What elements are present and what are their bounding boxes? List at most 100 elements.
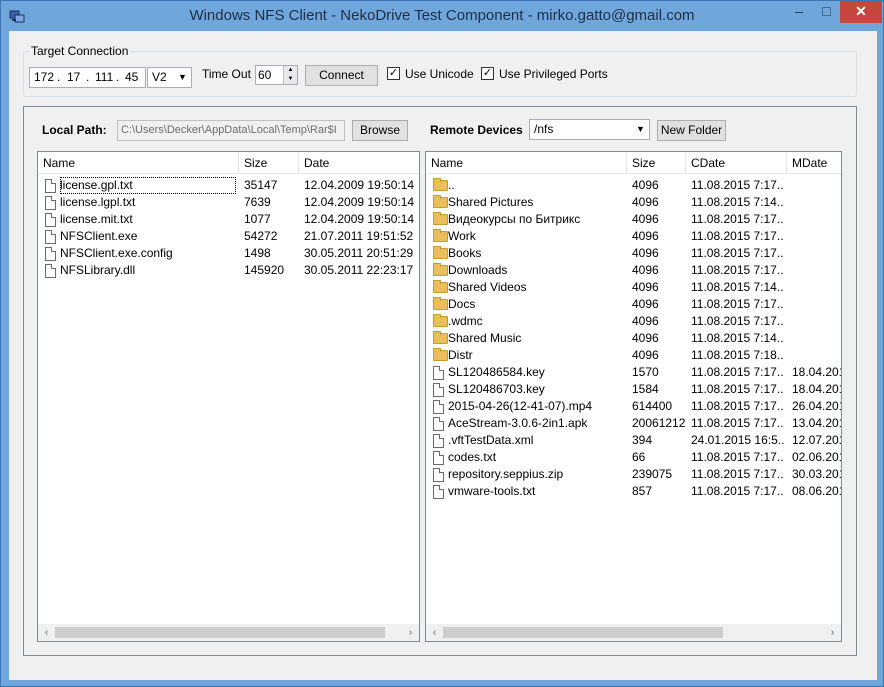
file-icon — [433, 366, 444, 380]
cell-size: 1584 — [632, 382, 659, 396]
remote-list-header: Name Size CDate MDate — [426, 152, 841, 174]
table-row[interactable]: vmware-tools.txt 857 11.08.2015 7:17... 08.… — [426, 483, 841, 500]
use-privileged-ports-label[interactable]: Use Privileged Ports — [499, 67, 608, 81]
cell-name: license.lgpl.txt — [60, 195, 136, 209]
table-row[interactable]: license.mit.txt 1077 12.04.2009 19:50:14 — [38, 211, 419, 228]
folder-icon — [433, 229, 448, 242]
table-row[interactable]: Shared Videos 4096 11.08.2015 7:14... — [426, 279, 841, 296]
column-header-name[interactable]: Name — [426, 152, 627, 174]
cell-mdate: 08.06.201 — [792, 484, 842, 498]
app-window: Windows NFS Client - NekoDrive Test Comp… — [0, 0, 884, 687]
cell-size: 1570 — [632, 365, 659, 379]
local-horizontal-scrollbar[interactable]: ‹ › — [38, 624, 419, 641]
file-icon — [45, 179, 56, 193]
file-icon — [433, 468, 444, 482]
column-header-size[interactable]: Size — [239, 152, 299, 174]
scroll-right-icon[interactable]: › — [402, 624, 419, 641]
scroll-right-icon[interactable]: › — [824, 624, 841, 641]
table-row[interactable]: NFSClient.exe 54272 21.07.2011 19:51:52 — [38, 228, 419, 245]
file-icon — [433, 451, 444, 465]
column-header-mdate[interactable]: MDate — [787, 152, 841, 174]
local-path-input[interactable]: C:\Users\Decker\AppData\Local\Temp\Rar$I — [117, 120, 345, 141]
table-row[interactable]: Distr 4096 11.08.2015 7:18... — [426, 347, 841, 364]
cell-name: Shared Pictures — [448, 195, 534, 209]
table-row[interactable]: Docs 4096 11.08.2015 7:17... — [426, 296, 841, 313]
cell-name: Shared Music — [448, 331, 522, 345]
stepper-down-icon[interactable]: ▼ — [283, 75, 297, 84]
cell-mdate: 02.06.201 — [792, 450, 842, 464]
timeout-value[interactable]: 60 — [258, 68, 271, 82]
file-icon — [433, 434, 444, 448]
column-header-size[interactable]: Size — [627, 152, 686, 174]
folder-icon — [433, 348, 448, 361]
cell-cdate: 11.08.2015 7:14... — [691, 280, 784, 294]
table-row[interactable]: SL120486584.key 1570 11.08.2015 7:17... 18.… — [426, 364, 841, 381]
column-header-cdate[interactable]: CDate — [686, 152, 787, 174]
table-row[interactable]: AceStream-3.0.6-2in1.apk 20061212 11.08.20… — [426, 415, 841, 432]
table-row[interactable]: Work 4096 11.08.2015 7:17... — [426, 228, 841, 245]
use-privileged-ports-checkbox[interactable]: ✓ — [481, 67, 494, 80]
scroll-thumb[interactable] — [55, 627, 385, 638]
target-connection-label: Target Connection — [29, 44, 131, 58]
cell-name: codes.txt — [448, 450, 497, 464]
nfs-version-value: V2 — [152, 70, 167, 84]
table-row[interactable]: NFSClient.exe.config 1498 30.05.2011 20:51… — [38, 245, 419, 262]
cell-size: 1077 — [244, 212, 271, 226]
remote-device-value: /nfs — [534, 122, 554, 136]
connect-button[interactable]: Connect — [305, 65, 378, 86]
table-row[interactable]: Shared Pictures 4096 11.08.2015 7:14... — [426, 194, 841, 211]
cell-name: 2015-04-26(12-41-07).mp4 — [448, 399, 593, 413]
table-row[interactable]: codes.txt 66 11.08.2015 7:17... 02.06.201 — [426, 449, 841, 466]
table-row[interactable]: .. 4096 11.08.2015 7:17... — [426, 177, 841, 194]
cell-name: NFSClient.exe — [60, 229, 138, 243]
table-row[interactable]: Downloads 4096 11.08.2015 7:17... — [426, 262, 841, 279]
scroll-left-icon[interactable]: ‹ — [38, 624, 55, 641]
folder-icon — [433, 280, 448, 293]
column-header-name[interactable]: Name — [38, 152, 239, 174]
timeout-stepper[interactable]: 60 ▲ ▼ — [255, 65, 298, 85]
table-row[interactable]: NFSLibrary.dll 145920 30.05.2011 22:23:17 — [38, 262, 419, 279]
remote-horizontal-scrollbar[interactable]: ‹ › — [426, 624, 841, 641]
scroll-thumb[interactable] — [443, 627, 723, 638]
close-button[interactable]: ✕ — [840, 1, 882, 23]
stepper-up-icon[interactable]: ▲ — [283, 66, 297, 75]
remote-file-list[interactable]: Name Size CDate MDate .. 4096 11.08.2015 7… — [425, 151, 842, 642]
ip-octet-2[interactable]: 17 — [67, 68, 80, 87]
table-row[interactable]: license.gpl.txt 35147 12.04.2009 19:50:14 — [38, 177, 419, 194]
cell-cdate: 24.01.2015 16:5... — [691, 433, 784, 447]
new-folder-button[interactable]: New Folder — [657, 120, 726, 141]
scroll-left-icon[interactable]: ‹ — [426, 624, 443, 641]
column-header-date[interactable]: Date — [299, 152, 419, 174]
table-row[interactable]: license.lgpl.txt 7639 12.04.2009 19:50:14 — [38, 194, 419, 211]
cell-name: NFSLibrary.dll — [60, 263, 136, 277]
remote-device-select[interactable]: /nfs ▼ — [529, 119, 650, 140]
minimize-button[interactable]: – — [785, 1, 813, 23]
timeout-label: Time Out — [202, 67, 251, 81]
maximize-button[interactable]: □ — [813, 1, 840, 23]
nfs-version-select[interactable]: V2 ▼ — [147, 67, 192, 88]
cell-cdate: 11.08.2015 7:17... — [691, 263, 784, 277]
table-row[interactable]: SL120486703.key 1584 11.08.2015 7:17... 18.… — [426, 381, 841, 398]
local-path-label: Local Path: — [42, 123, 107, 137]
table-row[interactable]: .wdmc 4096 11.08.2015 7:17... — [426, 313, 841, 330]
table-row[interactable]: Shared Music 4096 11.08.2015 7:14... — [426, 330, 841, 347]
file-icon — [433, 383, 444, 397]
table-row[interactable]: 2015-04-26(12-41-07).mp4 614400 11.08.2015… — [426, 398, 841, 415]
table-row[interactable]: Видеокурсы по Битрикс 4096 11.08.2015 7:17… — [426, 211, 841, 228]
ip-octet-3[interactable]: 111 — [95, 68, 113, 87]
use-unicode-checkbox[interactable]: ✓ — [387, 67, 400, 80]
ip-octet-4[interactable]: 45 — [125, 68, 138, 87]
cell-cdate: 11.08.2015 7:17... — [691, 416, 784, 430]
ip-octet-1[interactable]: 172 — [34, 68, 54, 87]
title-bar[interactable]: Windows NFS Client - NekoDrive Test Comp… — [1, 1, 883, 31]
table-row[interactable]: .vftTestData.xml 394 24.01.2015 16:5... 12.… — [426, 432, 841, 449]
table-row[interactable]: Books 4096 11.08.2015 7:17... — [426, 245, 841, 262]
use-unicode-label[interactable]: Use Unicode — [405, 67, 474, 81]
local-file-list[interactable]: Name Size Date license.gpl.txt 35147 12.04… — [37, 151, 420, 642]
table-row[interactable]: repository.seppius.zip 239075 11.08.2015 7… — [426, 466, 841, 483]
cell-cdate: 11.08.2015 7:17... — [691, 365, 784, 379]
ip-address-input[interactable]: 172 . 17 . 111 . 45 — [29, 67, 146, 88]
chevron-down-icon: ▼ — [178, 72, 187, 82]
cell-cdate: 11.08.2015 7:17... — [691, 229, 784, 243]
browse-button[interactable]: Browse — [352, 120, 408, 141]
